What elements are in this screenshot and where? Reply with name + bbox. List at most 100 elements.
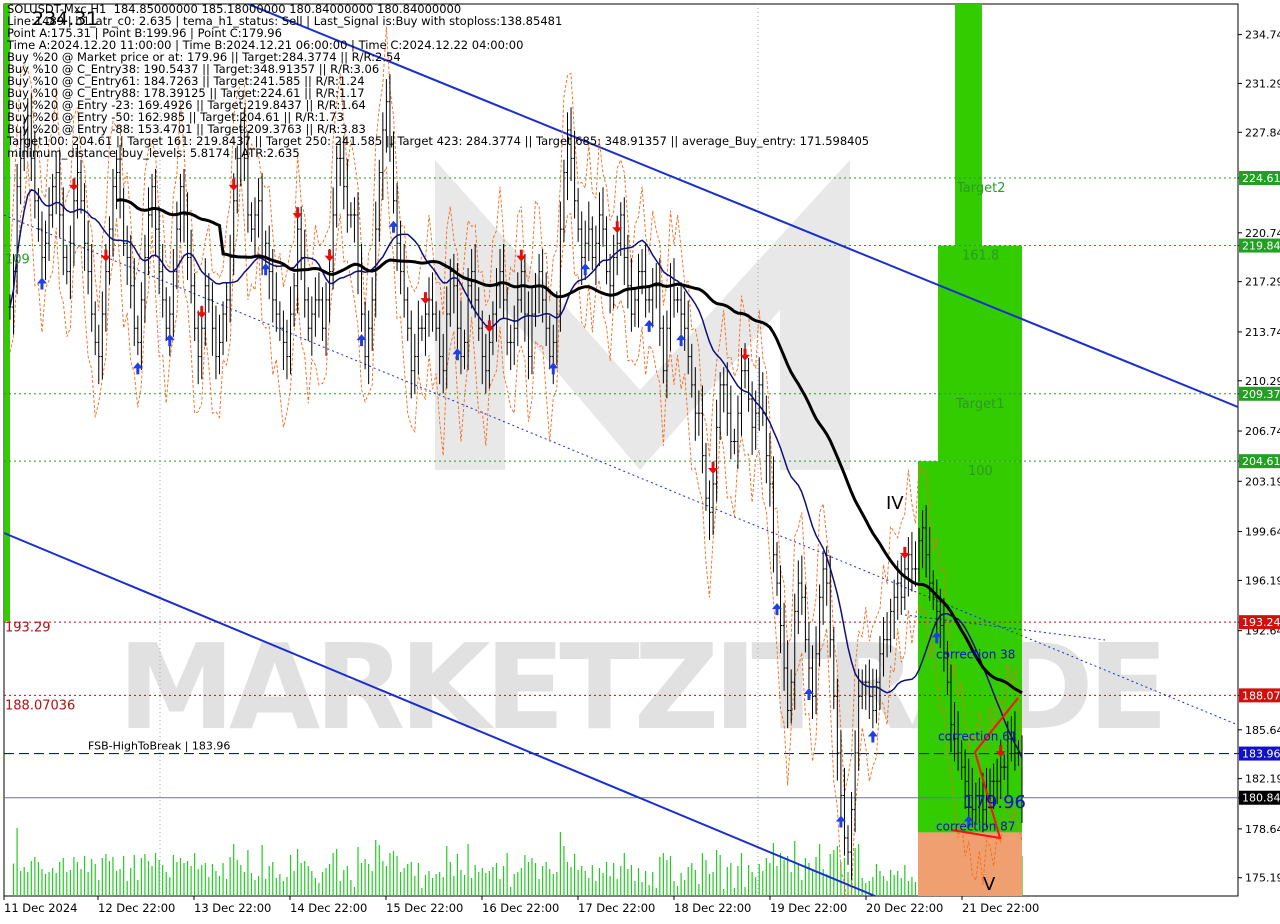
volume-bar — [115, 871, 118, 896]
level-label: 161.8 — [962, 249, 999, 264]
volume-bar — [573, 854, 576, 896]
volume-bar — [236, 860, 238, 896]
volume-bar — [872, 877, 874, 896]
volume-bar — [368, 864, 370, 896]
volume-bar — [453, 876, 455, 896]
price-tick-label: 206.74 — [1245, 425, 1280, 438]
volume-bar — [495, 863, 498, 896]
price-tick-label: 220.74 — [1245, 227, 1280, 240]
volume-bar — [332, 853, 334, 896]
volume-bar — [328, 864, 331, 896]
volume-bar — [669, 856, 672, 896]
volume-bar — [527, 862, 530, 896]
volume-bar — [378, 845, 380, 896]
volume-bar — [123, 856, 125, 896]
volume-bar — [474, 865, 476, 896]
volume-bar — [154, 853, 157, 896]
volume-bar — [83, 856, 86, 896]
price-tag-label: 204.61 — [1242, 455, 1280, 468]
volume-bar — [279, 874, 281, 896]
volume-bar — [158, 860, 160, 896]
volume-bar — [584, 871, 586, 896]
volume-bar — [389, 853, 391, 896]
time-tick-label: 19 Dec 22:00 — [770, 901, 847, 915]
volume-bar — [435, 874, 437, 896]
price-tick-label: 196.19 — [1245, 574, 1280, 587]
price-axis: 234.74 231.29 227.84 224.61 220.74219.84 217.… — [1238, 0, 1280, 896]
volume-bar — [108, 861, 111, 896]
price-tick-label: 185.64 — [1245, 724, 1280, 737]
volume-bar — [645, 871, 647, 896]
volume-bar — [907, 881, 909, 896]
green-zone — [938, 245, 1022, 462]
volume-bar — [16, 828, 18, 896]
volume-bar — [517, 872, 519, 896]
volume-bar — [449, 862, 451, 896]
volume-bar — [815, 857, 817, 896]
volume-bar — [570, 867, 572, 896]
volume-bar — [421, 888, 423, 896]
volume-bar — [563, 846, 565, 896]
volume-bar — [261, 845, 263, 896]
volume-bar — [431, 878, 434, 896]
volume-bar — [762, 871, 764, 896]
volume-bar — [289, 855, 292, 896]
volume-bar — [250, 873, 253, 896]
chart-svg: MARKETZITRADETarget2161.8Target1100corre… — [0, 0, 1280, 920]
level-label: Target1 — [955, 397, 1005, 412]
volume-bar — [137, 880, 139, 896]
level-label: 179.96 — [963, 792, 1026, 813]
volume-bar — [353, 887, 356, 896]
volume-bar — [641, 882, 643, 896]
volume-bar — [726, 867, 728, 896]
volume-bar — [268, 866, 270, 896]
price-tag-label: 224.61 — [1242, 172, 1280, 185]
volume-bar — [350, 880, 352, 896]
volume-bar — [691, 863, 693, 896]
volume-bar — [893, 875, 895, 896]
price-tick-label: 175.19 — [1245, 872, 1280, 885]
volume-bar — [59, 862, 61, 896]
volume-bar — [282, 881, 285, 896]
volume-bar — [502, 866, 505, 896]
price-tick-label: 203.19 — [1245, 475, 1280, 488]
volume-bar — [243, 872, 245, 896]
volume-bar — [144, 854, 146, 896]
volume-bar — [765, 858, 767, 896]
volume-bar — [588, 878, 590, 896]
volume-bar — [392, 851, 395, 896]
price-tick-label: 178.64 — [1245, 823, 1280, 836]
volume-bar — [499, 879, 501, 896]
volume-bar — [442, 877, 444, 896]
volume-bar — [719, 855, 721, 896]
volume-bar — [190, 866, 192, 896]
volume-bar — [801, 880, 803, 896]
chart-area[interactable]: MARKETZITRADE Target2 161.8 Target1 100 corre… — [0, 0, 1280, 920]
level-label: V — [983, 874, 996, 895]
volume-bar — [172, 855, 174, 896]
volume-bar — [769, 863, 771, 896]
price-tick-label: 217.29 — [1245, 276, 1280, 289]
left-level-label: 188.07036 — [5, 698, 75, 713]
volume-bar — [126, 881, 128, 896]
volume-bar — [76, 862, 79, 896]
volume-bar — [12, 863, 15, 896]
price-tick-label: 227.84 — [1245, 126, 1280, 139]
volume-bar — [428, 871, 430, 896]
volume-bar — [861, 878, 863, 896]
volume-bar — [194, 853, 196, 896]
volume-bar — [510, 887, 512, 896]
volume-bar — [30, 861, 32, 896]
volume-bar — [162, 865, 164, 896]
volume-bar — [740, 853, 743, 896]
volume-bar — [179, 858, 182, 896]
volume-bar — [407, 864, 409, 896]
volume-bar — [44, 874, 47, 896]
volume-bar — [531, 858, 533, 896]
volume-bar — [151, 866, 153, 896]
time-tick-label: 17 Dec 22:00 — [578, 901, 655, 915]
volume-bar — [694, 870, 696, 896]
volume-bar — [687, 867, 689, 896]
volume-bar — [794, 841, 796, 896]
volume-bar — [680, 873, 682, 896]
